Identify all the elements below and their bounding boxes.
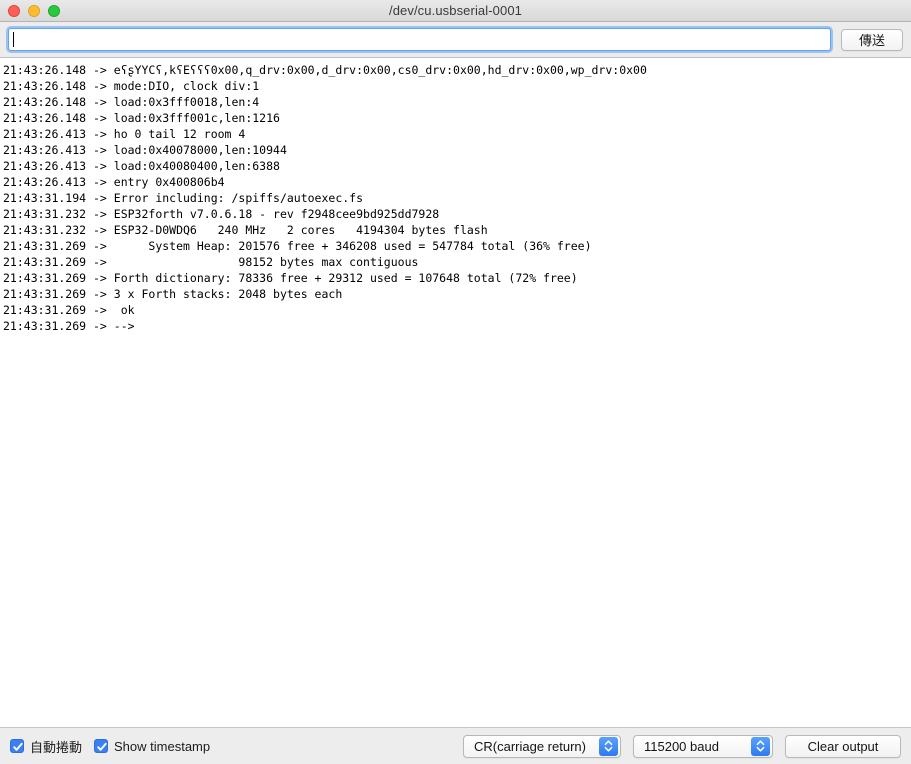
traffic-lights [8, 0, 60, 22]
command-input[interactable] [9, 29, 830, 50]
log-line: 21:43:26.148 -> eʕʂYYCʕ,kʕEʕʕʕ0x00,q_drv… [3, 63, 647, 77]
log-line: 21:43:31.232 -> ESP32forth v7.0.6.18 - r… [3, 207, 440, 221]
stepper-arrows-icon[interactable] [751, 736, 770, 756]
log-line: 21:43:31.269 -> Forth dictionary: 78336 … [3, 271, 578, 285]
log-line: 21:43:31.269 -> 98152 bytes max contiguo… [3, 255, 419, 269]
log-line: 21:43:26.413 -> ho 0 tail 12 room 4 [3, 127, 246, 141]
log-line: 21:43:26.148 -> load:0x3fff0018,len:4 [3, 95, 260, 109]
send-button[interactable]: 傳送 [841, 28, 903, 51]
checkmark-icon [94, 739, 109, 753]
serial-monitor-window: /dev/cu.usbserial-0001 傳送 21:43:26.148 -… [0, 0, 911, 764]
window-title: /dev/cu.usbserial-0001 [389, 2, 522, 18]
log-line: 21:43:31.269 -> System Heap: 201576 free… [3, 239, 592, 253]
send-bar: 傳送 [0, 22, 911, 58]
autoscroll-checkbox[interactable]: 自動捲動 [10, 737, 82, 756]
clear-output-button[interactable]: Clear output [785, 734, 901, 758]
log-line: 21:43:31.269 -> 3 x Forth stacks: 2048 b… [3, 287, 343, 301]
log-line: 21:43:26.413 -> load:0x40078000,len:1094… [3, 143, 287, 157]
show-timestamp-checkbox[interactable]: Show timestamp [94, 739, 210, 754]
show-timestamp-label: Show timestamp [114, 738, 211, 754]
log-line: 21:43:31.269 -> ok [3, 303, 135, 317]
command-input-wrapper[interactable] [6, 26, 833, 53]
checkmark-icon [10, 739, 24, 753]
baud-rate-select[interactable]: 115200 baud [633, 734, 773, 758]
titlebar: /dev/cu.usbserial-0001 [0, 0, 911, 22]
log-line: 21:43:26.413 -> entry 0x400806b4 [3, 175, 225, 189]
bottom-toolbar: 自動捲動 Show timestamp CR(carriage return) … [0, 727, 911, 764]
maximize-window-icon[interactable] [48, 5, 60, 17]
log-line: 21:43:31.269 -> --> [3, 319, 135, 333]
text-caret [13, 32, 14, 47]
close-window-icon[interactable] [8, 5, 20, 17]
minimize-window-icon[interactable] [28, 5, 40, 17]
log-line: 21:43:26.148 -> mode:DIO, clock div:1 [3, 79, 260, 93]
baud-rate-value: 115200 baud [644, 738, 719, 754]
stepper-arrows-icon[interactable] [599, 736, 618, 756]
log-line: 21:43:31.232 -> ESP32-D0WDQ6 240 MHz 2 c… [3, 223, 488, 237]
line-ending-value: CR(carriage return) [474, 738, 586, 754]
log-line: 21:43:26.148 -> load:0x3fff001c,len:1216 [3, 111, 280, 125]
log-line: 21:43:26.413 -> load:0x40080400,len:6388 [3, 159, 280, 173]
line-ending-select[interactable]: CR(carriage return) [463, 734, 621, 758]
autoscroll-label: 自動捲動 [30, 739, 83, 755]
serial-output-pane[interactable]: 21:43:26.148 -> eʕʂYYCʕ,kʕEʕʕʕ0x00,q_drv… [0, 58, 911, 727]
log-line: 21:43:31.194 -> Error including: /spiffs… [3, 191, 364, 205]
